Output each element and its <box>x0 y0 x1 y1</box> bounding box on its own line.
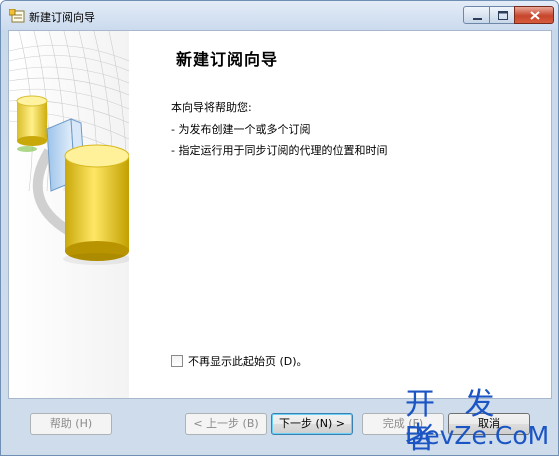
watermark-bottom-text: DevZe.CoM <box>405 421 550 450</box>
bullet-item: - 为发布创建一个或多个订阅 <box>171 123 311 136</box>
bullet-item: - 指定运行用于同步订阅的代理的位置和时间 <box>171 144 388 157</box>
intro-text: 本向导将帮助您: <box>171 101 252 114</box>
title-bar[interactable]: 新建订阅向导 <box>1 1 558 30</box>
site-watermark: 开 发 者 DevZe.CoM <box>405 388 555 456</box>
wizard-content: 新建订阅向导 本向导将帮助您: - 为发布创建一个或多个订阅 - 指定运行用于同… <box>8 30 552 399</box>
page-title: 新建订阅向导 <box>176 50 279 69</box>
minimize-button[interactable] <box>463 6 490 24</box>
close-button[interactable] <box>514 6 554 24</box>
next-button[interactable]: 下一步 (N) > <box>271 413 353 435</box>
help-button[interactable]: 帮助 (H) <box>30 413 112 435</box>
skip-start-page-option[interactable]: 不再显示此起始页 (D)。 <box>171 353 308 369</box>
minimize-icon <box>473 18 482 20</box>
back-button[interactable]: < 上一步 (B) <box>185 413 267 435</box>
maximize-button[interactable] <box>489 6 515 24</box>
skip-start-page-label: 不再显示此起始页 (D)。 <box>188 355 308 368</box>
skip-start-page-checkbox[interactable] <box>171 355 183 367</box>
close-icon <box>530 11 540 20</box>
wizard-app-icon <box>8 8 25 23</box>
window-title: 新建订阅向导 <box>29 11 95 24</box>
maximize-icon <box>498 11 508 20</box>
database-illustration <box>9 31 129 398</box>
